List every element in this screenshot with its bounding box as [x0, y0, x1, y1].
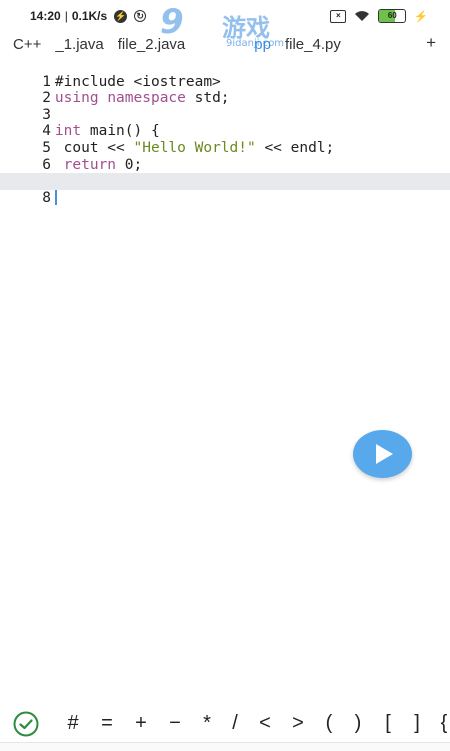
wifi-icon: [355, 11, 370, 21]
battery-icon: 60: [378, 9, 407, 23]
code-line: 1 #include <iostream>: [0, 57, 450, 90]
tab-file-3-cpp[interactable]: pp: [192, 36, 278, 53]
line-number: 8: [42, 189, 51, 206]
status-left: 14:20 | 0.1K/s ⚡ ↻: [30, 9, 147, 23]
battery-level: 60: [387, 11, 397, 20]
file-tabs: C++ _1.java file_2.java pp file_4.py +: [0, 32, 450, 56]
code-line: 5 cout << "Hello World!" << endl;: [0, 123, 450, 156]
status-time: 14:20: [30, 9, 61, 23]
shield-icon: ⚡: [114, 9, 128, 23]
symbol-key-open-brace[interactable]: {: [434, 712, 450, 735]
tab-file-1-java[interactable]: _1.java: [48, 36, 110, 53]
status-right: × 60 ⚡: [330, 9, 428, 23]
symbol-key-open-paren[interactable]: (: [319, 712, 339, 735]
symbol-key-equals[interactable]: =: [97, 712, 117, 735]
code-line: 6 return 0;: [0, 140, 450, 173]
check-icon[interactable]: [13, 711, 39, 737]
code-line: 2 using namespace std;: [0, 74, 450, 106]
symbol-key-minus[interactable]: −: [165, 712, 185, 735]
tab-cpp[interactable]: C++: [0, 36, 48, 53]
symbol-key-plus[interactable]: +: [131, 712, 151, 735]
tab-file-2-java[interactable]: file_2.java: [111, 36, 193, 53]
status-network-speed: 0.1K/s: [71, 9, 108, 23]
symbol-key-hash[interactable]: #: [63, 712, 83, 735]
code-line: 4 int main() {: [0, 107, 450, 139]
code-line: 3: [0, 90, 450, 123]
current-line[interactable]: 8: [0, 173, 450, 206]
symbol-key-asterisk[interactable]: *: [197, 712, 217, 735]
symbol-key-less-than[interactable]: <: [255, 712, 275, 735]
status-separator: |: [64, 9, 68, 23]
sim-icon: ×: [330, 9, 347, 23]
status-bar: 14:20 | 0.1K/s ⚡ ↻ × 60 ⚡: [0, 0, 450, 32]
sync-icon: ↻: [134, 10, 147, 22]
symbol-key-greater-than[interactable]: >: [288, 712, 308, 735]
symbol-key-slash[interactable]: /: [225, 712, 245, 735]
symbol-key-close-bracket[interactable]: ]: [407, 712, 427, 735]
add-tab-button[interactable]: +: [426, 32, 436, 54]
symbol-key-close-paren[interactable]: ): [348, 712, 368, 735]
charging-icon: ⚡: [414, 10, 428, 23]
text-cursor: [54, 190, 57, 206]
code-editor[interactable]: 1 #include <iostream> 2 using namespace st…: [0, 57, 450, 697]
tab-file-4-py[interactable]: file_4.py: [278, 36, 348, 53]
symbol-key-open-bracket[interactable]: [: [378, 712, 398, 735]
play-icon: [376, 444, 393, 464]
symbol-bar: # = + − * / < > ( ) [ ] {: [0, 708, 450, 742]
run-button[interactable]: [353, 430, 412, 478]
code-line: 7}: [0, 157, 450, 189]
